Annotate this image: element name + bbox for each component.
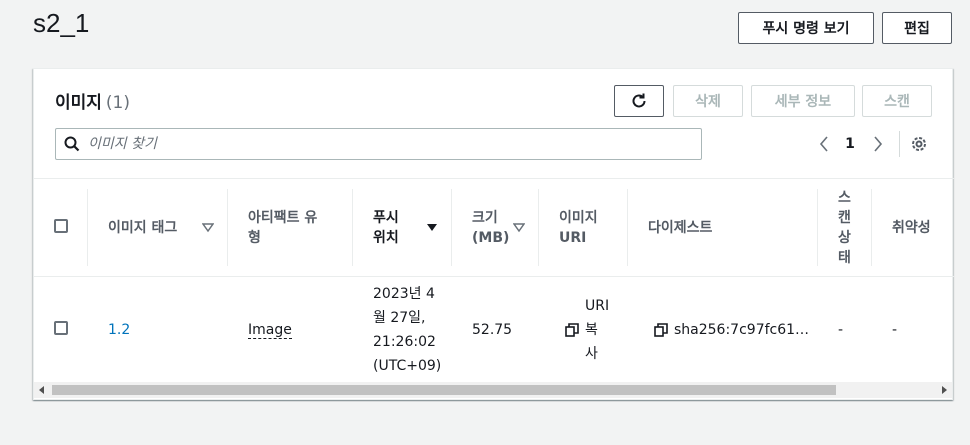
column-header-pushed-at[interactable]: 푸시 위치	[353, 178, 452, 277]
panel-title: 이미지 (1)	[55, 88, 130, 113]
image-tag-link[interactable]: 1.2	[108, 322, 130, 338]
vulnerabilities-value: -	[892, 321, 898, 338]
triangle-left-icon	[39, 386, 44, 394]
column-label-pushed-at: 푸시 위치	[373, 209, 399, 246]
sort-desc-icon	[427, 223, 437, 231]
settings-button[interactable]	[907, 131, 931, 157]
cell-scan-status: -	[818, 277, 872, 383]
triangle-right-icon	[942, 386, 947, 394]
cell-size: 52.75	[452, 277, 539, 383]
scan-button[interactable]: 스캔	[862, 85, 932, 117]
artifact-type-value[interactable]: Image	[248, 321, 292, 339]
scroll-left-arrow[interactable]	[34, 382, 50, 398]
column-header-artifact-type[interactable]: 아티팩트 유형	[228, 178, 353, 277]
table-header-row: 이미지 태그 아티팩트 유형 푸시 위치 크기 (MB) 이미지 URI 다이제…	[34, 178, 954, 277]
column-label-vulnerabilities: 취약성	[892, 219, 931, 236]
refresh-icon	[632, 93, 646, 108]
image-count: (1)	[105, 93, 131, 113]
edit-button[interactable]: 편집	[882, 12, 952, 44]
page-number[interactable]: 1	[840, 131, 860, 157]
column-header-digest: 다이제스트	[628, 178, 818, 277]
scan-status-value: -	[838, 321, 844, 338]
chevron-right-icon	[874, 136, 883, 152]
sort-caret-icon	[513, 222, 525, 232]
cell-digest: sha256:7c97fc61…	[628, 277, 818, 383]
delete-button[interactable]: 삭제	[673, 85, 743, 117]
column-label-tag: 이미지 태그	[108, 219, 178, 236]
images-table: 이미지 태그 아티팩트 유형 푸시 위치 크기 (MB) 이미지 URI 다이제…	[34, 178, 954, 383]
scroll-right-arrow[interactable]	[936, 382, 952, 398]
select-all-cell	[34, 178, 88, 277]
column-label-digest: 다이제스트	[648, 219, 713, 236]
sort-caret-icon	[202, 222, 214, 232]
details-button[interactable]: 세부 정보	[751, 85, 855, 117]
pushed-at-value: 2023년 4월 27일, 21:26:02 (UTC+09)	[373, 285, 442, 374]
page-title: s2_1	[33, 8, 90, 38]
column-label-artifact-type: 아티팩트 유형	[248, 209, 318, 246]
column-header-vulnerabilities[interactable]: 취약성	[872, 178, 954, 277]
cell-uri: URI 복사	[539, 277, 628, 383]
cell-tag: 1.2	[88, 277, 228, 383]
panel-title-label: 이미지	[55, 93, 102, 113]
search-icon	[56, 136, 88, 152]
refresh-button[interactable]	[614, 85, 664, 117]
copy-uri-button[interactable]: URI 복사	[565, 294, 620, 366]
gear-icon	[912, 137, 926, 151]
cell-vulnerabilities: -	[872, 277, 954, 383]
next-page-button[interactable]	[868, 131, 888, 157]
row-select-cell	[34, 277, 88, 383]
column-label-scan-status: 스캔상태	[838, 189, 851, 266]
column-header-uri: 이미지 URI	[539, 178, 628, 277]
copy-uri-label: URI 복사	[585, 297, 610, 362]
copy-icon	[654, 322, 668, 337]
search-bar	[55, 128, 702, 160]
column-label-uri: 이미지 URI	[559, 209, 598, 246]
view-push-commands-button[interactable]: 푸시 명령 보기	[738, 12, 874, 44]
chevron-left-icon	[819, 136, 828, 152]
horizontal-scrollbar[interactable]	[34, 382, 952, 398]
table-row: 1.2 Image 2023년 4월 27일, 21:26:02 (UTC+09…	[34, 277, 954, 383]
copy-digest-button[interactable]: sha256:7c97fc61…	[654, 322, 810, 338]
size-value: 52.75	[472, 321, 513, 338]
column-label-size: 크기 (MB)	[472, 209, 510, 246]
scroll-thumb[interactable]	[52, 385, 836, 395]
column-header-scan-status[interactable]: 스캔상태	[818, 178, 872, 277]
cell-artifact-type: Image	[228, 277, 353, 383]
copy-icon	[565, 322, 579, 337]
images-panel: 이미지(1) 삭제 세부 정보 스캔 1	[33, 68, 954, 400]
pager-divider	[899, 131, 900, 157]
column-header-tag[interactable]: 이미지 태그	[88, 178, 228, 277]
select-all-checkbox[interactable]	[54, 218, 68, 233]
digest-value: sha256:7c97fc61…	[674, 321, 810, 338]
column-header-size[interactable]: 크기 (MB)	[452, 178, 539, 277]
row-checkbox[interactable]	[54, 320, 68, 335]
prev-page-button[interactable]	[814, 131, 834, 157]
search-input[interactable]	[88, 136, 701, 152]
cell-pushed-at: 2023년 4월 27일, 21:26:02 (UTC+09)	[353, 277, 452, 383]
